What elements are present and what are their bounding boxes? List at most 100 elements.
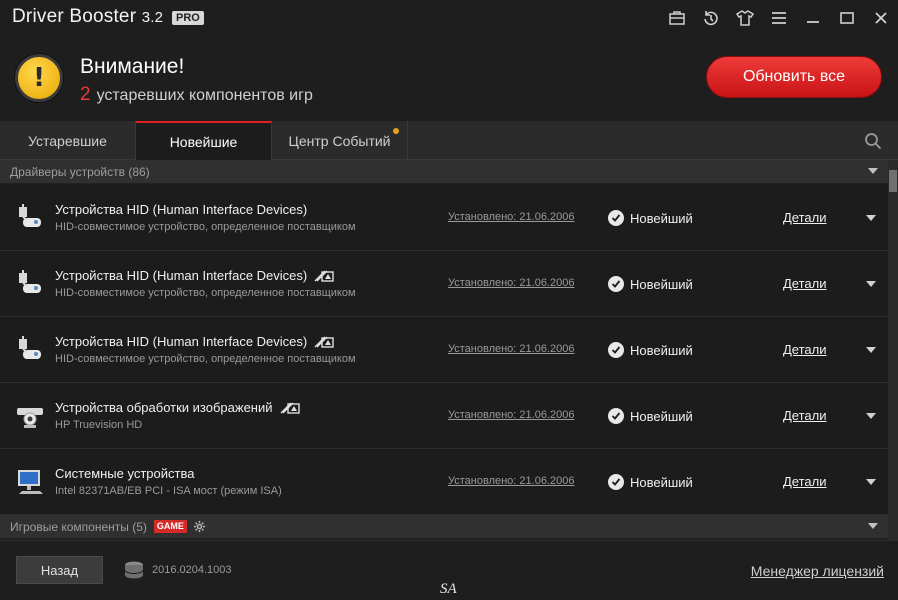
tab-action-center[interactable]: Центр Событий bbox=[272, 121, 408, 160]
driver-status: Новейший bbox=[608, 408, 693, 424]
check-icon bbox=[608, 474, 624, 490]
driver-status-text: Новейший bbox=[630, 474, 693, 490]
driver-row[interactable]: Устройства HID (Human Interface Devices)… bbox=[0, 185, 888, 251]
driver-name-text: Устройства HID (Human Interface Devices) bbox=[55, 268, 308, 283]
scrollbar[interactable] bbox=[888, 160, 898, 540]
back-button[interactable]: Назад bbox=[16, 556, 103, 584]
driver-list: Устройства HID (Human Interface Devices)… bbox=[0, 185, 888, 515]
driver-name: Системные устройства bbox=[55, 466, 194, 481]
app-title: Driver Booster 3.2 bbox=[12, 6, 163, 28]
tab-bar: Устаревшие Новейшие Центр Событий bbox=[0, 121, 898, 160]
driver-description: Intel 82371AB/EB PCI - ISA мост (режим I… bbox=[55, 485, 282, 497]
driver-description: HP Truevision HD bbox=[55, 419, 143, 431]
camera-icon bbox=[17, 408, 43, 428]
tab-up-to-date[interactable]: Новейшие bbox=[135, 121, 272, 160]
footer: Назад 2016.0204.1003 Менеджер лицензий S… bbox=[0, 540, 898, 600]
check-icon bbox=[608, 276, 624, 292]
driver-name-text: Устройства обработки изображений bbox=[55, 400, 273, 415]
details-link[interactable]: Детали bbox=[783, 408, 827, 423]
pro-badge: PRO bbox=[172, 11, 204, 25]
driver-name: Устройства HID (Human Interface Devices) bbox=[55, 334, 335, 349]
outdated-count: 2 bbox=[80, 84, 91, 105]
gear-icon[interactable] bbox=[193, 520, 206, 533]
driver-name-text: Системные устройства bbox=[55, 466, 195, 481]
hid-device-icon bbox=[19, 270, 41, 293]
watermark: SA bbox=[440, 581, 457, 597]
installed-date-link[interactable]: Установлено: 21.06.2006 bbox=[448, 277, 574, 289]
scrollbar-thumb[interactable] bbox=[889, 170, 897, 192]
minimize-icon[interactable] bbox=[803, 8, 823, 28]
tab-outdated[interactable]: Устаревшие bbox=[0, 121, 135, 160]
update-all-button[interactable]: Обновить все bbox=[706, 56, 882, 98]
warning-header: ! Внимание! 2 устаревших компонентов игр … bbox=[0, 36, 898, 121]
hid-device-icon bbox=[19, 204, 41, 227]
unsigned-driver-icon bbox=[280, 402, 300, 414]
game-components-section-header[interactable]: Игровые компоненты (5) GAME bbox=[0, 515, 888, 539]
installed-date-link[interactable]: Установлено: 21.06.2006 bbox=[448, 475, 574, 487]
app-name: Driver Booster bbox=[12, 6, 137, 27]
driver-name: Устройства HID (Human Interface Devices) bbox=[55, 202, 307, 217]
details-link[interactable]: Детали bbox=[783, 210, 827, 225]
chevron-down-icon[interactable] bbox=[866, 215, 876, 221]
maximize-icon[interactable] bbox=[837, 8, 857, 28]
computer-icon bbox=[18, 470, 43, 494]
driver-status-text: Новейший bbox=[630, 276, 693, 292]
installed-date-link[interactable]: Установлено: 21.06.2006 bbox=[448, 343, 574, 355]
driver-name: Устройства обработки изображений bbox=[55, 400, 301, 415]
driver-row[interactable]: Устройства обработки изображений HP True… bbox=[0, 383, 888, 449]
driver-status-text: Новейший bbox=[630, 342, 693, 358]
drivers-section-label: Драйверы устройств (86) bbox=[10, 164, 150, 179]
chevron-down-icon[interactable] bbox=[866, 479, 876, 485]
driver-name-text: Устройства HID (Human Interface Devices) bbox=[55, 202, 308, 217]
driver-name: Устройства HID (Human Interface Devices) bbox=[55, 268, 335, 283]
title-bar: Driver Booster 3.2 PRO bbox=[0, 0, 898, 36]
warning-title: Внимание! bbox=[80, 55, 185, 78]
warning-subtitle-text: устаревших компонентов игр bbox=[96, 87, 313, 104]
tab-action-center-label: Центр Событий bbox=[288, 132, 391, 149]
driver-row[interactable]: Устройства HID (Human Interface Devices)… bbox=[0, 317, 888, 383]
driver-status-text: Новейший bbox=[630, 210, 693, 226]
driver-description: HID-совместимое устройство, определенное… bbox=[55, 353, 356, 365]
drivers-section-header[interactable]: Драйверы устройств (86) bbox=[0, 160, 888, 184]
driver-description: HID-совместимое устройство, определенное… bbox=[55, 287, 356, 299]
details-link[interactable]: Детали bbox=[783, 474, 827, 489]
license-manager-link[interactable]: Менеджер лицензий bbox=[751, 563, 884, 579]
hid-device-icon bbox=[19, 336, 41, 359]
game-badge: GAME bbox=[153, 520, 187, 533]
driver-name-text: Устройства HID (Human Interface Devices) bbox=[55, 334, 308, 349]
driver-row[interactable]: Устройства HID (Human Interface Devices)… bbox=[0, 251, 888, 317]
unsigned-driver-icon bbox=[314, 336, 334, 348]
toolbox-icon[interactable] bbox=[667, 8, 687, 28]
chevron-down-icon[interactable] bbox=[866, 413, 876, 419]
chevron-down-icon[interactable] bbox=[868, 168, 878, 174]
driver-status: Новейший bbox=[608, 210, 693, 226]
shirt-icon[interactable] bbox=[735, 8, 755, 28]
driver-description: HID-совместимое устройство, определенное… bbox=[55, 221, 356, 233]
warning-icon: ! bbox=[15, 54, 63, 102]
restore-icon[interactable] bbox=[701, 8, 721, 28]
driver-status: Новейший bbox=[608, 342, 693, 358]
driver-row[interactable]: Системные устройства Intel 82371AB/EB PC… bbox=[0, 449, 888, 515]
game-components-label: Игровые компоненты (5) bbox=[10, 519, 147, 534]
details-link[interactable]: Детали bbox=[783, 276, 827, 291]
installed-date-link[interactable]: Установлено: 21.06.2006 bbox=[448, 211, 574, 223]
close-icon[interactable] bbox=[871, 8, 891, 28]
database-version: 2016.0204.1003 bbox=[152, 564, 232, 576]
check-icon bbox=[608, 408, 624, 424]
driver-status: Новейший bbox=[608, 474, 693, 490]
menu-icon[interactable] bbox=[769, 8, 789, 28]
chevron-down-icon[interactable] bbox=[866, 281, 876, 287]
unsigned-driver-icon bbox=[314, 270, 334, 282]
chevron-down-icon[interactable] bbox=[866, 347, 876, 353]
database-icon bbox=[124, 561, 144, 579]
details-link[interactable]: Детали bbox=[783, 342, 827, 357]
warning-subtitle: 2 устаревших компонентов игр bbox=[80, 84, 313, 106]
driver-status-text: Новейший bbox=[630, 408, 693, 424]
notification-dot bbox=[393, 128, 399, 134]
chevron-down-icon[interactable] bbox=[868, 523, 878, 529]
search-icon[interactable] bbox=[864, 132, 882, 150]
installed-date-link[interactable]: Установлено: 21.06.2006 bbox=[448, 409, 574, 421]
check-icon bbox=[608, 210, 624, 226]
driver-status: Новейший bbox=[608, 276, 693, 292]
check-icon bbox=[608, 342, 624, 358]
